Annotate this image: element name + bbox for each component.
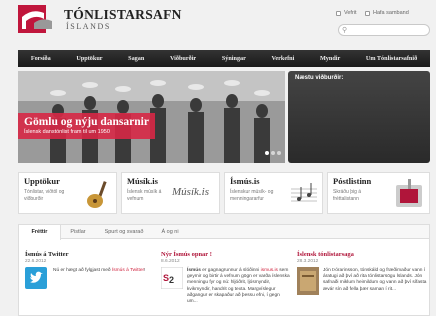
guitar-icon <box>87 181 107 208</box>
link-vefrit-label[interactable]: Vefrit <box>344 10 357 16</box>
news-item: Ísmús á Twitter 22.6.2012 <box>25 251 153 264</box>
news-title[interactable]: Íslensk tónlistarsaga <box>297 251 425 258</box>
hero-title[interactable]: Gömlu og nýju dansarnir <box>24 116 149 128</box>
card-ismus[interactable]: Ísmús.is Íslenskur músík- og menningarar… <box>224 172 323 214</box>
tab-spurt[interactable]: Spurt og svarað <box>95 225 153 239</box>
logo-title[interactable]: TÓNLISTARSAFN <box>64 7 182 23</box>
news-text: Nú er hægt að fylgjast með Ísmús á Twitt… <box>53 268 146 273</box>
news-date: 28.3.2012 <box>297 259 319 264</box>
slider-dot[interactable] <box>271 151 275 155</box>
musik-logo: Músík.is <box>172 186 209 198</box>
news-link[interactable]: Ísmús á Twitter <box>112 268 144 273</box>
checkbox-icon[interactable] <box>336 10 341 16</box>
card-postlistinn[interactable]: Póstlistinn Skráðu þig á fréttalistann <box>327 172 430 214</box>
card-desc: Íslenskur músík- og menningararfur <box>230 189 274 202</box>
news-title[interactable]: Nýr Ísmús opnar ! <box>161 251 289 258</box>
tab-bar: Fréttir Pistlar Spurt og svarað Á og ni <box>19 225 429 240</box>
upcoming-events-panel: Næstu viðburðir: <box>288 71 430 163</box>
tab-pistlar[interactable]: Pistlar <box>61 225 95 239</box>
hero-caption[interactable]: Gömlu og nýju dansarnir Íslensk danstónl… <box>18 113 155 139</box>
link-vefrit[interactable]: Vefrit <box>336 10 357 16</box>
events-title: Næstu viðburðir: <box>295 75 344 81</box>
search-icon[interactable]: ⚲ <box>342 26 347 34</box>
news-item: Nýr Ísmús opnar ! 8.6.2012 <box>161 251 289 264</box>
card-desc: Tónlistar, viðtöl og viðburðir <box>24 189 65 202</box>
nav-vidburdir[interactable]: Viðburðir <box>170 55 196 62</box>
news-title[interactable]: Ísmús á Twitter <box>25 251 153 258</box>
main-nav: Forsíða Upptökur Sagan Viðburðir Sýninga… <box>18 50 430 67</box>
news-date: 8.6.2012 <box>161 259 180 264</box>
link-hafa-samband-label[interactable]: Hafa samband <box>373 10 409 16</box>
news-date: 22.6.2012 <box>25 259 47 264</box>
news-item: Íslensk tónlistarsaga 28.3.2012 <box>297 251 425 264</box>
nav-um[interactable]: Um Tónlistarsafnið <box>366 55 417 62</box>
ismus-thumbnail[interactable]: S 2 <box>161 267 183 289</box>
slider-dot[interactable] <box>277 151 281 155</box>
slider-dot[interactable] <box>265 151 269 155</box>
nav-forsida[interactable]: Forsíða <box>31 55 51 62</box>
logo-subtitle: ÍSLANDS <box>66 22 111 31</box>
mailbox-icon <box>396 179 422 207</box>
book-thumbnail[interactable] <box>297 267 319 295</box>
hero-subtitle: Íslensk danstónlist fram til um 1950 <box>24 129 110 135</box>
checkbox-icon[interactable] <box>365 10 370 16</box>
card-title[interactable]: Músík.is <box>127 176 158 186</box>
search-input[interactable]: ⚲ <box>338 24 430 36</box>
nav-sagan[interactable]: Sagan <box>128 55 144 62</box>
card-title[interactable]: Póstlistinn <box>333 176 371 186</box>
tab-a-og-ni[interactable]: Á og ni <box>153 225 187 239</box>
tab-frettir[interactable]: Fréttir <box>19 225 61 240</box>
music-notes-icon <box>291 183 317 202</box>
nav-myndir[interactable]: Myndir <box>320 55 340 62</box>
card-title[interactable]: Upptökur <box>24 176 60 186</box>
news-text: Jón Þórarinsson, tónskáld og fræðimaður … <box>323 268 427 292</box>
card-desc: Skráðu þig á fréttalistann <box>333 189 362 202</box>
nav-syningar[interactable]: Sýningar <box>222 55 246 62</box>
nav-upptokur[interactable]: Upptökur <box>76 55 102 62</box>
card-upptokur[interactable]: Upptökur Tónlistar, viðtöl og viðburðir <box>18 172 117 214</box>
news-text: Ísmús er gagnagrunnur á slóðinni ismus.i… <box>187 268 290 305</box>
news-tabs: Fréttir Pistlar Spurt og svarað Á og ni … <box>18 224 430 316</box>
card-title[interactable]: Ísmús.is <box>230 176 260 186</box>
museum-logo[interactable] <box>18 5 52 33</box>
twitter-icon[interactable] <box>25 267 47 289</box>
link-hafa-samband[interactable]: Hafa samband <box>365 10 409 16</box>
nav-verkefni[interactable]: Verkefni <box>272 55 295 62</box>
hero-slider[interactable]: Gömlu og nýju dansarnir Íslensk danstónl… <box>18 71 285 163</box>
svg-text:2: 2 <box>169 275 174 285</box>
card-musik[interactable]: Músík.is Íslensk músík á vefnum Músík.is <box>121 172 220 214</box>
news-link[interactable]: ismus.is <box>261 268 278 273</box>
